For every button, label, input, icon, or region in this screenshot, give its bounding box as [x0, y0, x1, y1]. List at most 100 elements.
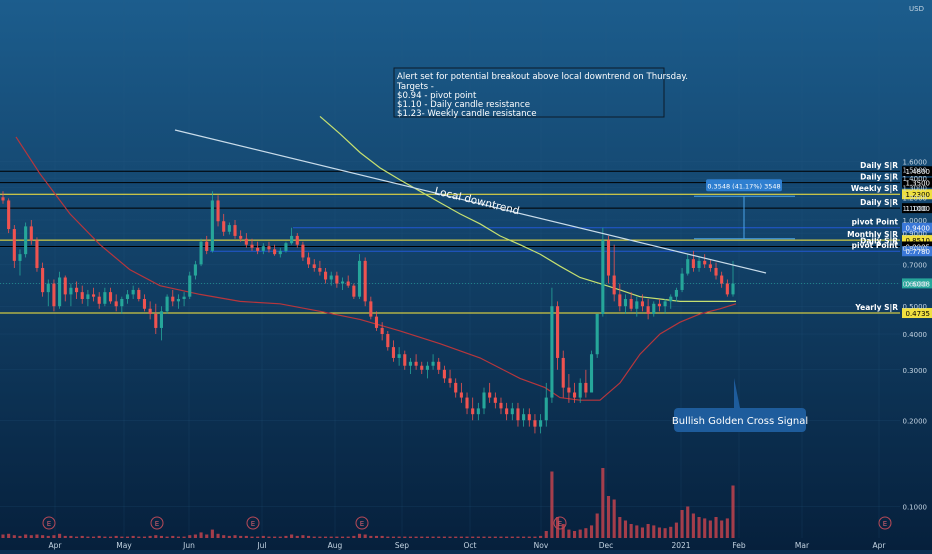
candle-body	[408, 361, 412, 366]
candle-body	[210, 200, 214, 251]
volume-bar	[148, 535, 152, 538]
volume-bar	[199, 532, 203, 538]
y-tick-label: 0.3000	[903, 367, 928, 375]
candle-body	[41, 267, 45, 293]
candle-body	[374, 316, 379, 328]
x-tick-label: Apr	[873, 541, 887, 550]
volume-bar	[86, 536, 90, 538]
candle-body	[527, 414, 531, 421]
volume-bar	[24, 534, 28, 538]
candle-body	[250, 244, 254, 248]
volume-bar	[52, 535, 56, 538]
volume-bar	[595, 513, 599, 538]
candle-body	[674, 289, 678, 297]
volume-bar	[431, 536, 435, 538]
candle-body	[273, 249, 277, 255]
volume-bar	[210, 529, 214, 538]
candle-body	[103, 292, 107, 304]
candle-body	[471, 408, 475, 415]
y-tick-label: 0.7000	[903, 261, 928, 269]
x-tick-label: 2021	[671, 541, 690, 550]
candle-body	[714, 267, 718, 276]
volume-bar	[301, 535, 305, 538]
candle-body	[420, 365, 424, 370]
candle-body	[199, 241, 203, 265]
candle-body	[539, 420, 543, 427]
candle-body	[290, 235, 294, 244]
volume-bar	[499, 536, 503, 538]
volume-bar	[137, 536, 141, 538]
volume-bar	[522, 536, 526, 538]
volume-bar	[35, 534, 39, 538]
signal-label: Bullish Golden Cross Signal	[672, 416, 808, 427]
candle-body	[584, 382, 588, 393]
candle-body	[437, 361, 441, 370]
candle-body	[165, 296, 169, 312]
volume-bar	[222, 535, 226, 538]
volume-bar	[346, 536, 350, 538]
candle-body	[510, 408, 514, 415]
y-tick-label: 0.4000	[903, 331, 928, 339]
candle-body	[131, 289, 135, 295]
y-tick-label: 0.8000	[903, 245, 928, 253]
volume-bar	[544, 531, 548, 538]
earnings-icon-label: E	[47, 520, 51, 528]
candle-body	[533, 420, 537, 427]
earnings-icon-label: E	[251, 520, 255, 528]
volume-bar	[41, 535, 45, 538]
candle-body	[386, 334, 390, 348]
candle-body	[556, 306, 560, 358]
volume-bar	[125, 536, 130, 538]
volume-bar	[307, 535, 311, 538]
level-label: pivot Point	[852, 218, 899, 227]
volume-bar	[646, 524, 650, 538]
volume-bar	[465, 536, 469, 538]
candle-body	[335, 275, 339, 284]
volume-bar	[295, 535, 299, 538]
trading-chart[interactable]: Daily S|R 1.4800 Daily S|R 1.3500 Weekly S|R…	[0, 0, 932, 550]
candle-body	[24, 226, 28, 255]
candle-body	[148, 308, 152, 314]
chart-canvas[interactable]: Daily S|R1.4800Daily S|R1.3500Weekly S|R…	[0, 0, 932, 550]
volume-bar	[623, 520, 628, 538]
candle-body	[448, 378, 452, 383]
level-label: Daily S|R	[860, 198, 898, 208]
candle-body	[708, 264, 712, 268]
volume-bar	[324, 536, 328, 538]
volume-bar	[437, 536, 441, 538]
candle-body	[454, 382, 458, 393]
volume-bar	[103, 536, 107, 538]
volume-bar	[335, 536, 339, 538]
candle-body	[725, 283, 729, 295]
candle-body	[391, 347, 396, 358]
volume-bar	[578, 529, 582, 538]
volume-bar	[227, 535, 231, 538]
candle-body	[589, 354, 594, 393]
candle-body	[46, 283, 50, 293]
candle-body	[12, 229, 16, 261]
volume-bar	[397, 536, 401, 538]
x-tick-label: Oct	[464, 541, 477, 550]
x-tick-label: Feb	[732, 541, 746, 550]
candle-body	[63, 277, 67, 295]
volume-bar	[731, 485, 735, 538]
volume-bar	[363, 534, 367, 538]
y-tick-label: 1.6000	[903, 159, 928, 167]
x-tick-label: Aug	[328, 541, 343, 550]
candle-body	[301, 244, 305, 258]
candle-body	[340, 281, 345, 284]
candle-body	[680, 273, 684, 290]
volume-bar	[657, 527, 661, 538]
candle-body	[369, 301, 373, 317]
level-label: Weekly S|R	[851, 184, 898, 194]
level-label: Daily S|R	[860, 161, 898, 171]
candle-body	[720, 275, 724, 284]
x-tick-label: Sep	[395, 541, 409, 550]
volume-bar	[567, 529, 571, 538]
volume-bar	[691, 513, 695, 538]
candle-body	[516, 408, 520, 421]
candle-body	[69, 287, 73, 295]
volume-bar	[284, 535, 288, 538]
volume-bar	[589, 525, 594, 538]
volume-bar	[380, 535, 384, 538]
